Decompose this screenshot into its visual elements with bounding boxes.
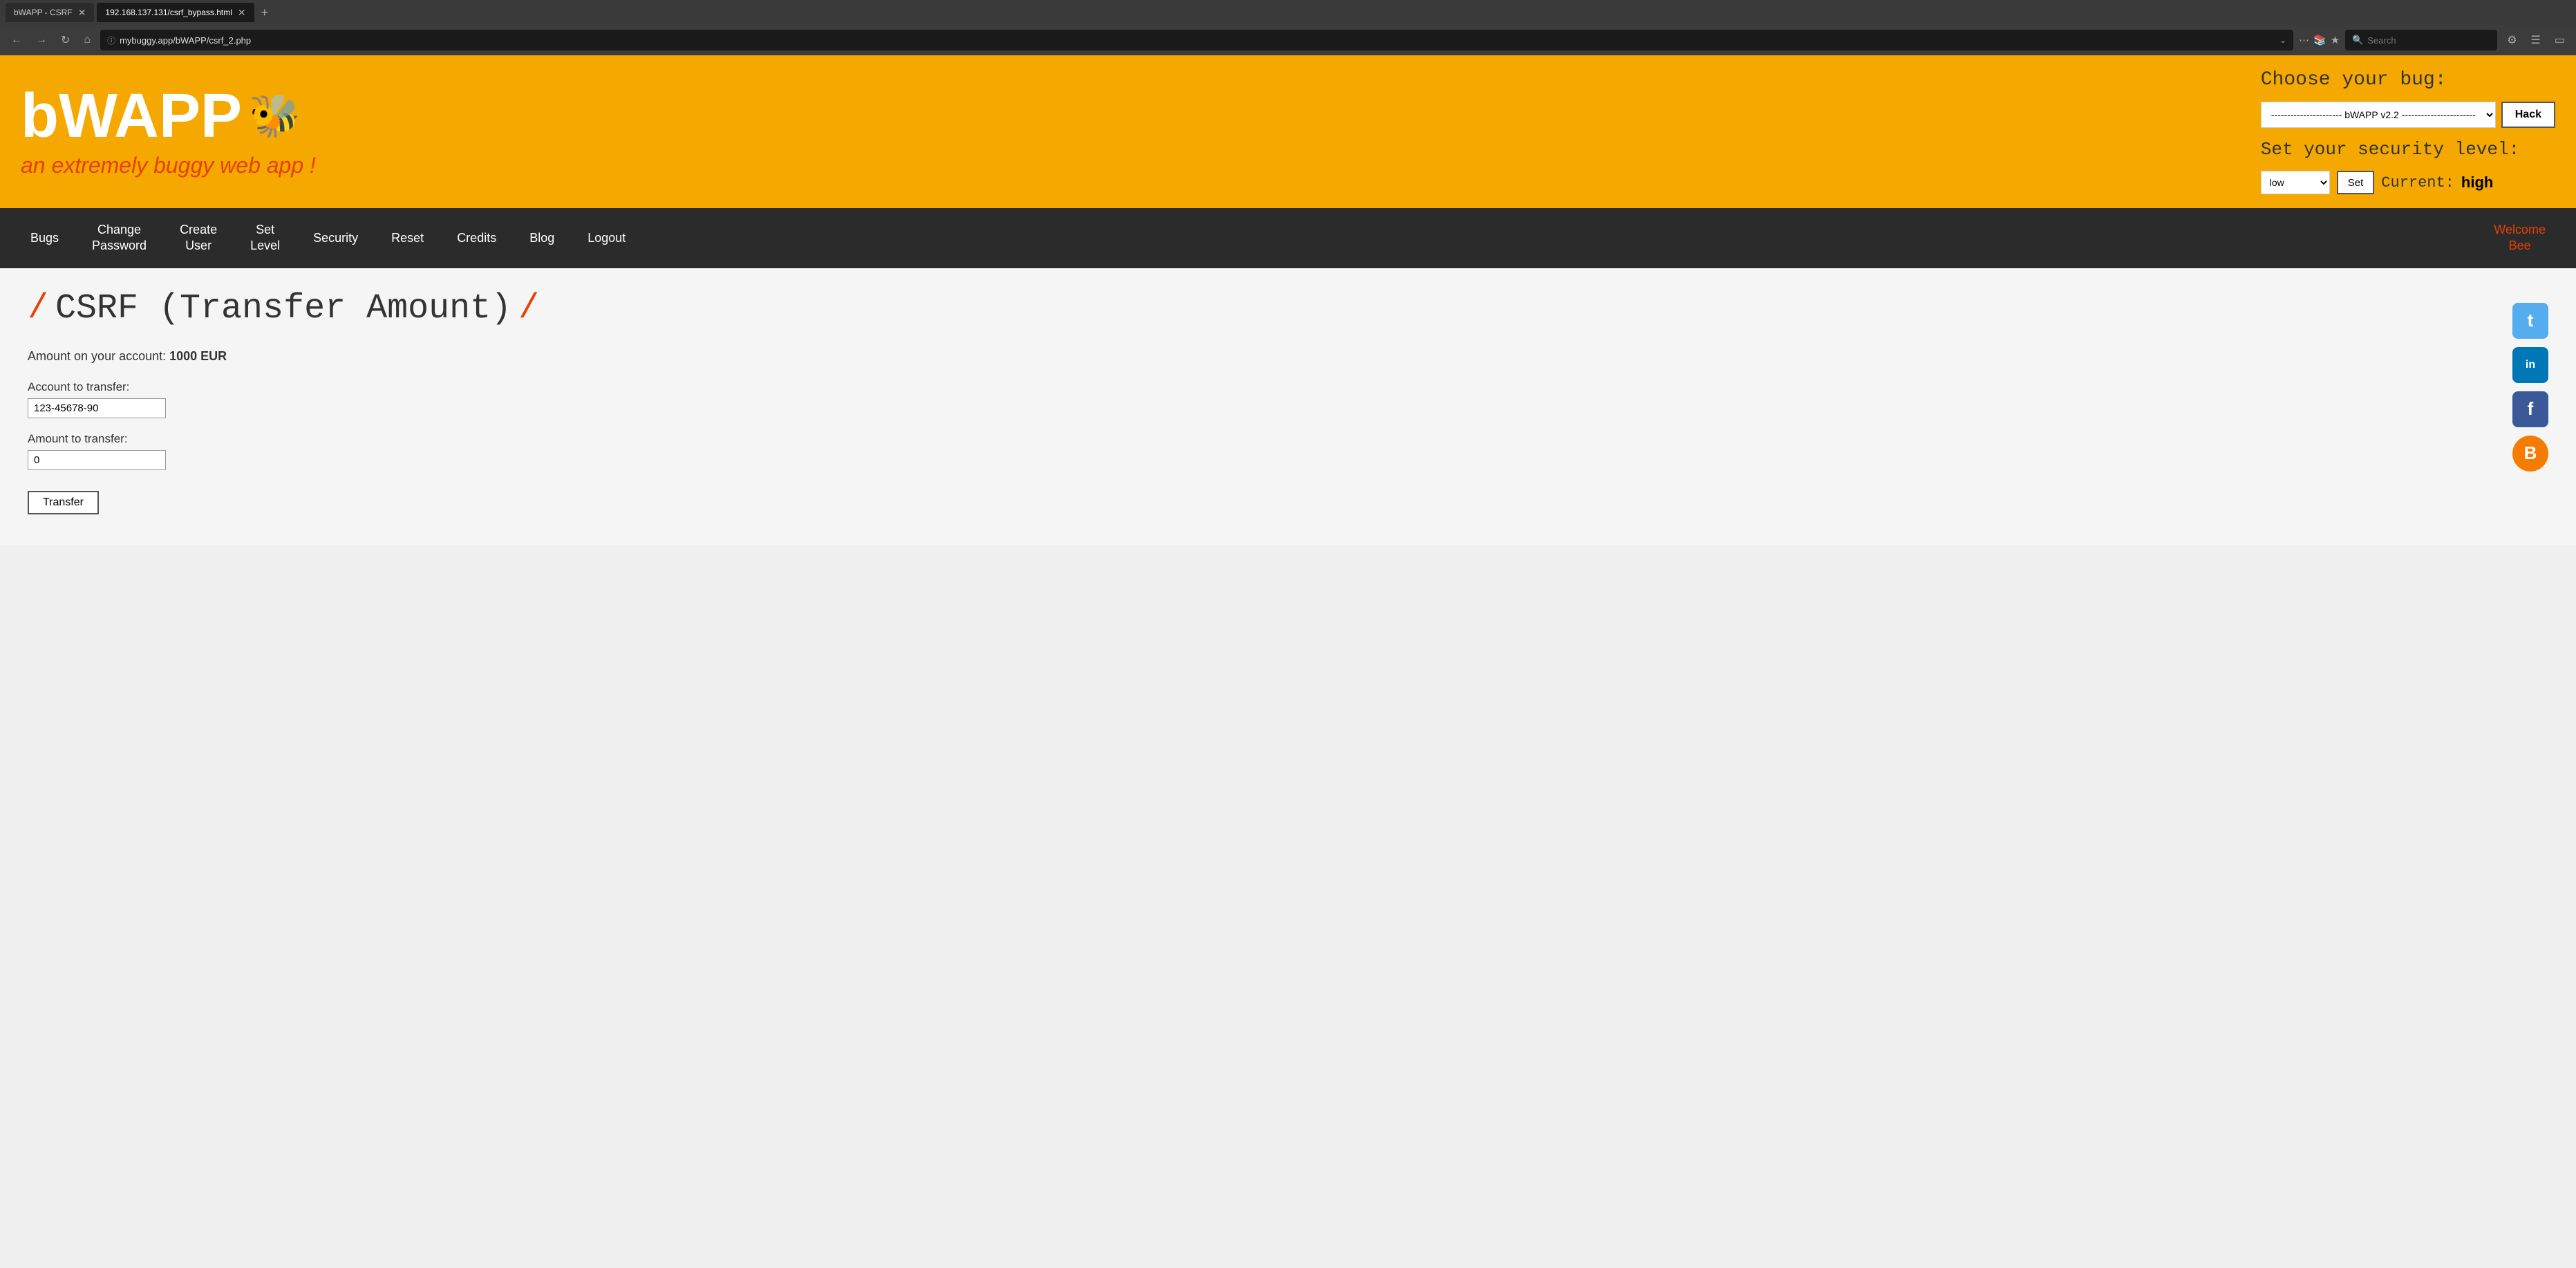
tab-1[interactable]: bWAPP - CSRF ✕ (6, 3, 94, 22)
nav-menu: Bugs Change Password Create User Set Lev… (0, 208, 2576, 268)
library-btn[interactable]: ☰ (2527, 30, 2545, 50)
main-content: / CSRF (Transfer Amount) / Amount on you… (0, 268, 2576, 545)
amount-transfer-group: Amount to transfer: (28, 432, 2499, 470)
current-security-value: high (2461, 174, 2493, 192)
bwapp-controls: Choose your bug: ---------------------- … (2261, 69, 2555, 194)
nav-set-level[interactable]: Set Level (234, 208, 297, 268)
account-to-transfer-label: Account to transfer: (28, 380, 2499, 394)
tab-2-label: 192.168.137.131/csrf_bypass.html (105, 8, 232, 17)
nav-extras: ⋯ 📚 ★ (2299, 34, 2340, 46)
security-level-label: Set your security level: (2261, 139, 2555, 160)
back-button[interactable]: ← (7, 31, 26, 49)
nav-blog[interactable]: Blog (513, 216, 571, 260)
security-select[interactable]: low medium high (2261, 171, 2330, 194)
more-btn[interactable]: ⋯ (2299, 34, 2309, 46)
tab-bar: bWAPP - CSRF ✕ 192.168.137.131/csrf_bypa… (0, 0, 2576, 25)
set-button[interactable]: Set (2337, 171, 2375, 194)
twitter-icon[interactable]: t (2512, 303, 2548, 339)
address-chevron: ⌄ (2279, 35, 2286, 45)
reload-button[interactable]: ↻ (57, 30, 74, 50)
linkedin-icon[interactable]: in (2512, 347, 2548, 383)
search-input[interactable] (2367, 35, 2490, 46)
nav-reset[interactable]: Reset (375, 216, 440, 260)
nav-bugs[interactable]: Bugs (14, 216, 75, 260)
bee-icon: 🐝 (249, 95, 301, 137)
account-info-prefix: Amount on your account: (28, 349, 169, 363)
address-bar[interactable]: ⓘ mybuggy.app/bWAPP/csrf_2.php ⌄ (100, 30, 2293, 50)
address-text: mybuggy.app/bWAPP/csrf_2.php (120, 35, 2275, 46)
hack-button[interactable]: Hack (2501, 102, 2555, 128)
bug-select[interactable]: ---------------------- bWAPP v2.2 ------… (2261, 102, 2496, 128)
new-tab-button[interactable]: + (257, 6, 273, 20)
nav-create-user[interactable]: Create User (163, 208, 234, 268)
pocket-btn[interactable]: 📚 (2313, 34, 2326, 46)
bwapp-title: bWAPP 🐝 (21, 85, 316, 147)
amount-to-transfer-label: Amount to transfer: (28, 432, 2499, 446)
search-bar[interactable]: 🔍 (2345, 30, 2497, 50)
tab-1-label: bWAPP - CSRF (14, 8, 73, 17)
security-row: low medium high Set Current: high (2261, 171, 2555, 194)
nav-welcome[interactable]: Welcome Bee (2477, 208, 2562, 268)
tools-btn[interactable]: ⚙ (2503, 30, 2521, 50)
slash-right: / (518, 289, 539, 328)
info-icon: ⓘ (107, 35, 115, 46)
tab-2-close[interactable]: ✕ (238, 7, 246, 19)
page-title-text: CSRF (Transfer Amount) (55, 289, 511, 328)
sidebar-btn[interactable]: ▭ (2550, 30, 2569, 50)
logo-area: bWAPP 🐝 an extremely buggy web app ! (21, 85, 316, 178)
amount-to-transfer-input[interactable] (28, 450, 166, 470)
facebook-icon[interactable]: f (2512, 391, 2548, 427)
page-title: / CSRF (Transfer Amount) / (28, 289, 2499, 328)
tab-2[interactable]: 192.168.137.131/csrf_bypass.html ✕ (97, 3, 254, 22)
home-button[interactable]: ⌂ (79, 31, 95, 49)
tab-1-close[interactable]: ✕ (78, 7, 86, 19)
forward-button[interactable]: → (32, 31, 51, 49)
account-transfer-group: Account to transfer: (28, 380, 2499, 418)
blogger-icon[interactable]: B (2512, 436, 2548, 472)
bug-selector-row: ---------------------- bWAPP v2.2 ------… (2261, 102, 2555, 128)
bookmark-btn[interactable]: ★ (2331, 34, 2340, 46)
nav-credits[interactable]: Credits (440, 216, 513, 260)
nav-bar: ← → ↻ ⌂ ⓘ mybuggy.app/bWAPP/csrf_2.php ⌄… (0, 25, 2576, 55)
browser-chrome: bWAPP - CSRF ✕ 192.168.137.131/csrf_bypa… (0, 0, 2576, 55)
search-icon: 🔍 (2352, 35, 2363, 46)
bwapp-title-text: bWAPP (21, 85, 242, 147)
account-info: Amount on your account: 1000 EUR (28, 349, 2499, 364)
choose-bug-label: Choose your bug: (2261, 69, 2555, 91)
bwapp-header: bWAPP 🐝 an extremely buggy web app ! Cho… (0, 55, 2576, 208)
nav-logout[interactable]: Logout (571, 216, 642, 260)
current-label: Current: (2381, 174, 2454, 192)
bwapp-subtitle: an extremely buggy web app ! (21, 153, 316, 178)
social-sidebar: t in f B (2512, 289, 2548, 524)
account-amount: 1000 EUR (169, 349, 227, 363)
nav-security[interactable]: Security (297, 216, 375, 260)
slash-left: / (28, 289, 48, 328)
nav-change-password[interactable]: Change Password (75, 208, 163, 268)
content-area: / CSRF (Transfer Amount) / Amount on you… (28, 289, 2499, 524)
account-to-transfer-input[interactable] (28, 398, 166, 418)
transfer-button[interactable]: Transfer (28, 491, 99, 514)
